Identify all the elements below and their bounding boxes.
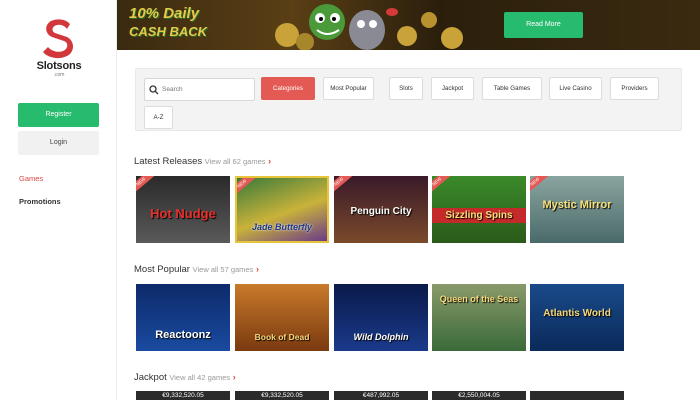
game-tile-mystic-mirror[interactable]: Mystic Mirror NEW	[530, 176, 624, 243]
game-title: Mystic Mirror	[542, 199, 612, 211]
chip-jackpot[interactable]: Jackpot	[431, 77, 474, 100]
new-badge: NEW	[334, 176, 354, 195]
chevron-right-icon[interactable]: ›	[268, 156, 271, 166]
read-more-button[interactable]: Read More	[504, 12, 583, 38]
chip-providers[interactable]: Providers	[610, 77, 659, 100]
jackpot-amount: €9,332,520.05	[162, 392, 204, 399]
sidebar: Slotsons .com Register Login Games Promo…	[0, 0, 117, 400]
register-button[interactable]: Register	[18, 103, 99, 127]
view-all-link[interactable]: View all 42 games	[169, 373, 230, 382]
section-title: Latest Releases	[134, 156, 203, 167]
game-title: Hot Nudge	[150, 206, 216, 221]
site-logo[interactable]: Slotsons .com	[28, 16, 90, 82]
login-button[interactable]: Login	[18, 131, 99, 155]
game-title: Sizzling Spins	[432, 208, 526, 223]
view-all-link[interactable]: View all 57 games	[193, 265, 254, 274]
game-tile-book-of-dead[interactable]: Book of Dead	[235, 284, 329, 351]
section-title: Jackpot	[134, 372, 167, 383]
section-title: Most Popular	[134, 264, 190, 275]
logo-text: Slotsons	[36, 60, 82, 72]
casino-page: Slotsons .com Register Login Games Promo…	[0, 0, 700, 400]
chevron-right-icon[interactable]: ›	[233, 372, 236, 382]
chip-live-casino[interactable]: Live Casino	[549, 77, 602, 100]
jackpot-amount: €487,992.05	[362, 392, 400, 399]
jackpot-amount: €2,550,004.05	[458, 392, 500, 399]
chevron-right-icon[interactable]: ›	[256, 264, 259, 274]
game-title: Queen of the Seas	[439, 294, 519, 304]
logo-s-icon	[43, 19, 73, 59]
game-tile-jade-butterfly[interactable]: Jade Butterfly NEW	[235, 176, 329, 243]
jackpot-heading: Jackpot View all 42 games ›	[134, 372, 236, 383]
new-badge: NEW	[530, 176, 550, 195]
game-title: Atlantis World	[543, 308, 611, 319]
latest-releases-heading: Latest Releases View all 62 games ›	[134, 156, 271, 167]
game-tile-reactoonz[interactable]: Reactoonz	[136, 284, 230, 351]
game-tile-wild-dolphin[interactable]: Wild Dolphin	[334, 284, 428, 351]
chip-most-popular[interactable]: Most Popular	[323, 77, 374, 100]
search-icon	[149, 85, 159, 95]
game-filter-bar: Categories Most Popular Slots Jackpot Ta…	[135, 68, 682, 131]
jackpot-amount: €9,332,520.05	[261, 392, 303, 399]
chip-slots[interactable]: Slots	[389, 77, 423, 100]
game-tile-queen-of-the-seas[interactable]: Queen of the Seas	[432, 284, 526, 351]
banner-title: 10% Daily	[129, 5, 200, 22]
game-tile-hot-nudge[interactable]: Hot Nudge NEW	[136, 176, 230, 243]
chip-categories[interactable]: Categories	[261, 77, 315, 100]
search-input[interactable]	[162, 79, 252, 100]
game-tile-penguin-city[interactable]: Penguin City NEW	[334, 176, 428, 243]
game-title: Wild Dolphin	[353, 332, 409, 342]
jackpot-tile[interactable]: €2,550,004.05	[432, 391, 526, 400]
chip-a-z[interactable]: A-Z	[144, 106, 173, 129]
banner-subtitle: CASH BACK	[129, 24, 207, 39]
game-title: Jade Butterfly	[251, 222, 313, 232]
search-box[interactable]	[144, 78, 255, 101]
banner-characters-art	[275, 4, 463, 50]
new-badge: NEW	[237, 178, 257, 197]
jackpot-tile[interactable]: €487,992.05	[334, 391, 428, 400]
nav-item-games[interactable]: Games	[19, 174, 43, 183]
new-badge: NEW	[432, 176, 452, 195]
jackpot-tile[interactable]	[530, 391, 624, 400]
new-badge: NEW	[136, 176, 156, 195]
game-tile-sizzling-spins[interactable]: Sizzling Spins NEW	[432, 176, 526, 243]
jackpot-tile[interactable]: €9,332,520.05	[235, 391, 329, 400]
game-title: Reactoonz	[155, 329, 211, 341]
logo-subtext: .com	[53, 72, 65, 78]
game-title: Penguin City	[350, 206, 412, 217]
chip-table-games[interactable]: Table Games	[482, 77, 542, 100]
nav-item-promotions[interactable]: Promotions	[19, 197, 61, 206]
jackpot-tile[interactable]: €9,332,520.05	[136, 391, 230, 400]
most-popular-heading: Most Popular View all 57 games ›	[134, 264, 259, 275]
game-tile-atlantis-world[interactable]: Atlantis World	[530, 284, 624, 351]
view-all-link[interactable]: View all 62 games	[205, 157, 266, 166]
promo-banner: 10% Daily CASH BACK Read More	[117, 0, 700, 50]
game-title: Book of Dead	[254, 332, 310, 342]
